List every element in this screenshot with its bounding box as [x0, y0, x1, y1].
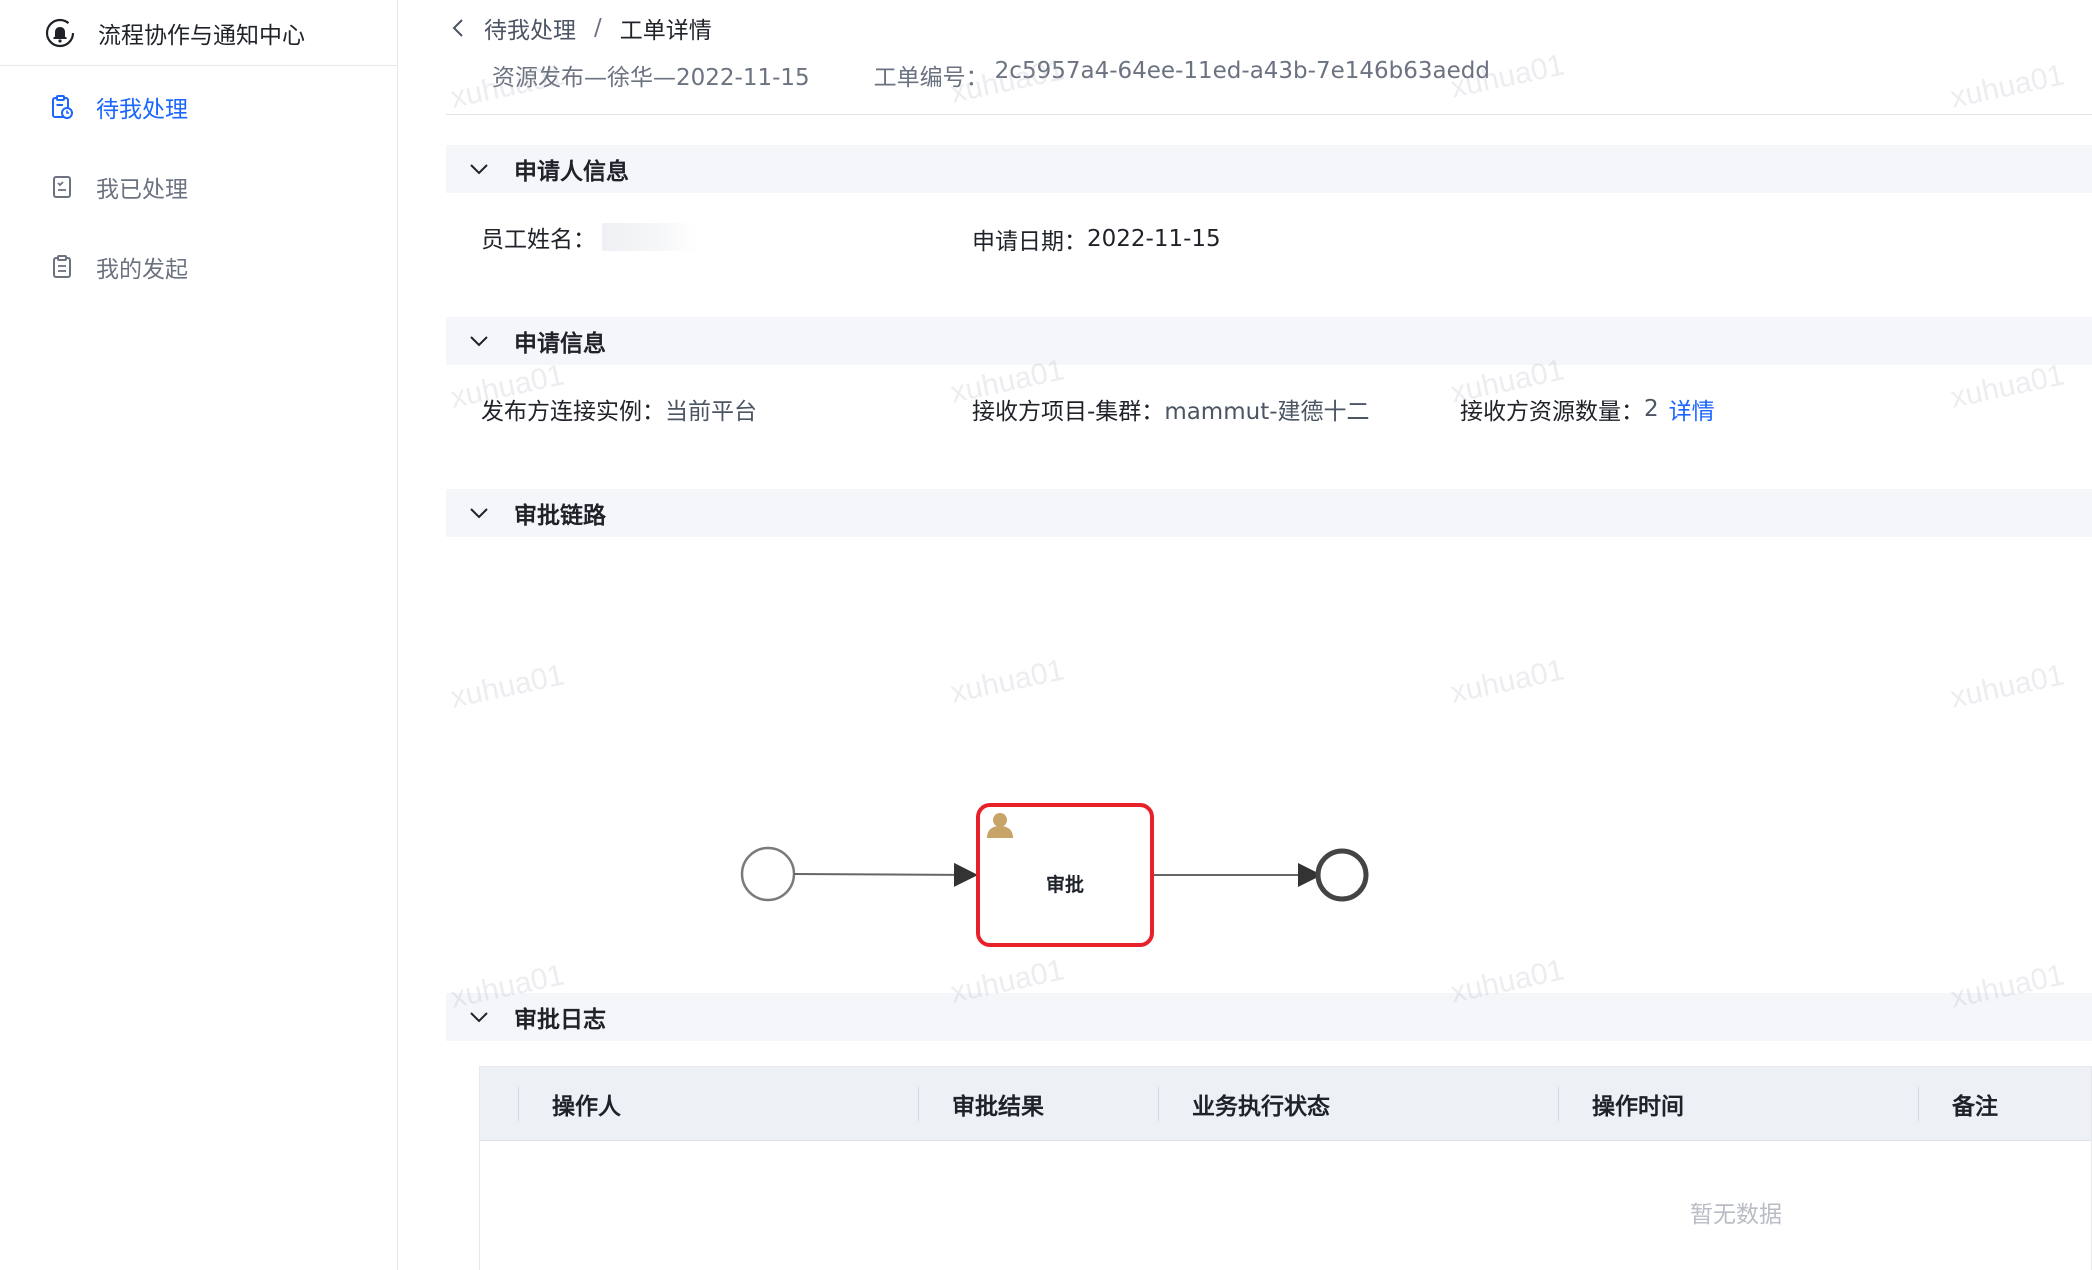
sidebar-item-processed[interactable]: 我已处理: [0, 157, 398, 217]
breadcrumb-parent-link[interactable]: 待我处理: [484, 11, 576, 45]
section-title: 审批链路: [514, 503, 606, 529]
section-title: 审批日志: [514, 1007, 606, 1033]
apply-date-value: 2022-11-15: [1087, 226, 1221, 252]
section-header-applicant[interactable]: 申请人信息: [446, 145, 2092, 193]
apply-date-field: 申请日期： 2022-11-15: [972, 222, 1221, 256]
section-header-approval-chain[interactable]: 审批链路: [446, 489, 2092, 537]
sidebar-item-label: 我已处理: [96, 177, 188, 203]
column-header-result: 审批结果: [952, 1094, 1044, 1120]
notification-bell-icon: [44, 17, 76, 49]
approval-flow-diagram: [740, 803, 1369, 947]
column-divider: [1558, 1087, 1559, 1121]
column-header-remark: 备注: [1952, 1094, 1998, 1120]
column-header-exec-status: 业务执行状态: [1192, 1094, 1330, 1120]
apply-date-label: 申请日期：: [972, 229, 1087, 255]
breadcrumb-separator: /: [594, 15, 602, 41]
column-header-operator: 操作人: [552, 1094, 621, 1120]
approval-log-table: 操作人 审批结果 业务执行状态 操作时间 备注 暂无数据: [479, 1066, 2092, 1270]
breadcrumb: 待我处理 / 工单详情: [446, 10, 712, 46]
chevron-down-icon: [468, 1006, 490, 1028]
section-header-application[interactable]: 申请信息: [446, 317, 2092, 365]
flow-start-event: [740, 846, 796, 902]
receiver-project-value: mammut-建德十二: [1164, 399, 1370, 425]
chevron-down-icon: [468, 330, 490, 352]
column-divider: [518, 1087, 519, 1121]
column-divider: [1158, 1087, 1159, 1121]
receiver-project-field: 接收方项目-集群： mammut-建德十二: [972, 392, 1370, 426]
header-divider: [446, 114, 2092, 115]
chevron-left-icon[interactable]: [446, 16, 470, 40]
chevron-down-icon: [468, 502, 490, 524]
sidebar-item-pending[interactable]: 待我处理: [0, 77, 398, 137]
publisher-field: 发布方连接实例： 当前平台: [481, 392, 757, 426]
employee-name-field: 员工姓名：: [481, 220, 698, 254]
section-header-approval-log[interactable]: 审批日志: [446, 993, 2092, 1041]
table-header: 操作人 审批结果 业务执行状态 操作时间 备注: [480, 1067, 2091, 1141]
main-content: 待我处理 / 工单详情 资源发布—徐华—2022-11-15 工单编号： 2c5…: [446, 0, 2092, 1270]
checklist-icon: [50, 175, 74, 199]
order-id-label: 工单编号：: [873, 65, 989, 91]
breadcrumb-current: 工单详情: [619, 18, 712, 44]
resource-detail-link[interactable]: 详情: [1669, 392, 1715, 426]
flow-edge-start-to-task: [793, 862, 978, 887]
sidebar-item-initiated[interactable]: 我的发起: [0, 237, 398, 297]
sidebar-item-label: 我的发起: [96, 257, 188, 283]
column-divider: [918, 1087, 919, 1121]
app-title: 流程协作与通知中心: [98, 22, 305, 49]
receiver-project-label: 接收方项目-集群：: [972, 399, 1165, 425]
section-title: 申请信息: [514, 331, 606, 357]
empty-text: 暂无数据: [1690, 1202, 1782, 1228]
receiver-count-label: 接收方资源数量：: [1460, 399, 1644, 425]
order-id-value: 2c5957a4-64ee-11ed-a43b-7e146b63aedd: [994, 58, 1490, 84]
sidebar: 流程协作与通知中心 待我处理 我已处理 我的发起: [0, 0, 398, 1270]
column-header-time: 操作时间: [1592, 1094, 1684, 1120]
employee-name-redacted: [602, 223, 698, 251]
employee-name-label: 员工姓名：: [481, 227, 596, 253]
receiver-count-value: 2: [1644, 396, 1659, 422]
clipboard-clock-icon: [50, 95, 74, 119]
table-empty-state: 暂无数据: [480, 1141, 2092, 1270]
column-divider: [1918, 1087, 1919, 1121]
clipboard-list-icon: [50, 255, 74, 279]
chevron-down-icon: [468, 158, 490, 180]
section-title: 申请人信息: [514, 159, 629, 185]
ticket-title: 资源发布—徐华—2022-11-15: [492, 65, 810, 91]
flow-task-label: 审批: [1045, 874, 1084, 896]
publisher-value: 当前平台: [665, 399, 757, 425]
publisher-label: 发布方连接实例：: [481, 399, 665, 425]
ticket-subheader: 资源发布—徐华—2022-11-15 工单编号： 2c5957a4-64ee-1…: [492, 58, 1490, 92]
sidebar-header: 流程协作与通知中心: [0, 0, 397, 66]
sidebar-item-label: 待我处理: [96, 97, 188, 123]
receiver-count-field: 接收方资源数量： 2 详情: [1460, 392, 1715, 426]
flow-end-event: [1315, 848, 1369, 902]
